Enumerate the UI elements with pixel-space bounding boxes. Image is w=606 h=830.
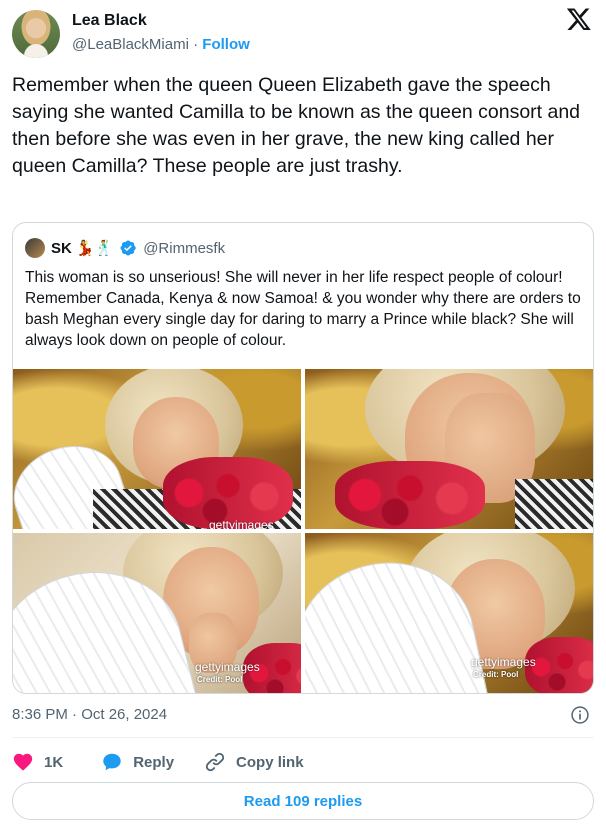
quoted-tweet-text: This woman is so unserious! She will nev… bbox=[25, 269, 581, 349]
quoted-tweet[interactable]: SK 💃🕺 @Rimmesfk This woman is so unserio… bbox=[12, 222, 594, 694]
quoted-author-name: SK bbox=[51, 239, 72, 257]
author-avatar[interactable] bbox=[12, 10, 60, 58]
author-handle[interactable]: @LeaBlackMiami bbox=[72, 36, 189, 53]
photo-watermark: gettyimages bbox=[471, 655, 536, 669]
info-icon[interactable] bbox=[570, 705, 590, 725]
tweet-text: Remember when the queen Queen Elizabeth … bbox=[12, 74, 581, 177]
handle-separator: · bbox=[193, 36, 199, 53]
quoted-author-avatar bbox=[25, 238, 45, 258]
quoted-tweet-header: SK 💃🕺 @Rimmesfk bbox=[25, 237, 225, 259]
verified-badge-icon bbox=[120, 240, 136, 256]
tweet-timestamp[interactable]: 8:36 PM · Oct 26, 2024 bbox=[12, 706, 167, 723]
action-bar: 1K Reply Copy link bbox=[12, 747, 334, 777]
photo-2[interactable] bbox=[305, 369, 593, 529]
link-icon bbox=[205, 752, 225, 772]
photo-1[interactable]: gettyimages bbox=[13, 369, 301, 529]
photo-credit: Credit: Pool bbox=[473, 670, 519, 679]
like-button[interactable]: 1K bbox=[12, 751, 63, 773]
reply-bubble-icon bbox=[103, 753, 121, 771]
heart-icon bbox=[13, 753, 33, 771]
reply-button[interactable]: Reply bbox=[101, 751, 174, 773]
read-replies-button[interactable]: Read 109 replies bbox=[12, 782, 594, 820]
photo-watermark: gettyimages bbox=[195, 660, 260, 674]
reply-label: Reply bbox=[133, 753, 175, 771]
photo-watermark: gettyimages bbox=[209, 518, 274, 529]
divider bbox=[12, 737, 594, 738]
quoted-author-handle: @Rimmesfk bbox=[143, 239, 226, 257]
follow-button[interactable]: Follow bbox=[202, 36, 250, 53]
copy-link-button[interactable]: Copy link bbox=[204, 751, 304, 773]
flower-garland bbox=[335, 461, 485, 529]
photo-4[interactable]: gettyimages Credit: Pool bbox=[305, 533, 593, 693]
dress bbox=[515, 479, 593, 529]
photo-3[interactable]: gettyimages Credit: Pool bbox=[13, 533, 301, 693]
author-handle-row: @LeaBlackMiami · Follow bbox=[72, 36, 250, 53]
copy-link-label: Copy link bbox=[236, 753, 304, 771]
photo-grid: gettyimages gettyimages Credit: Pool get… bbox=[13, 369, 593, 693]
author-name[interactable]: Lea Black bbox=[72, 12, 147, 30]
quoted-author-emojis: 💃🕺 bbox=[75, 240, 114, 257]
tweet-card: Lea Black @LeaBlackMiami · Follow Rememb… bbox=[0, 0, 606, 830]
likes-count: 1K bbox=[44, 753, 64, 771]
photo-credit: Credit: Pool bbox=[197, 675, 243, 684]
x-logo-icon[interactable] bbox=[566, 6, 592, 32]
tweet-header: Lea Black @LeaBlackMiami · Follow bbox=[12, 6, 594, 62]
